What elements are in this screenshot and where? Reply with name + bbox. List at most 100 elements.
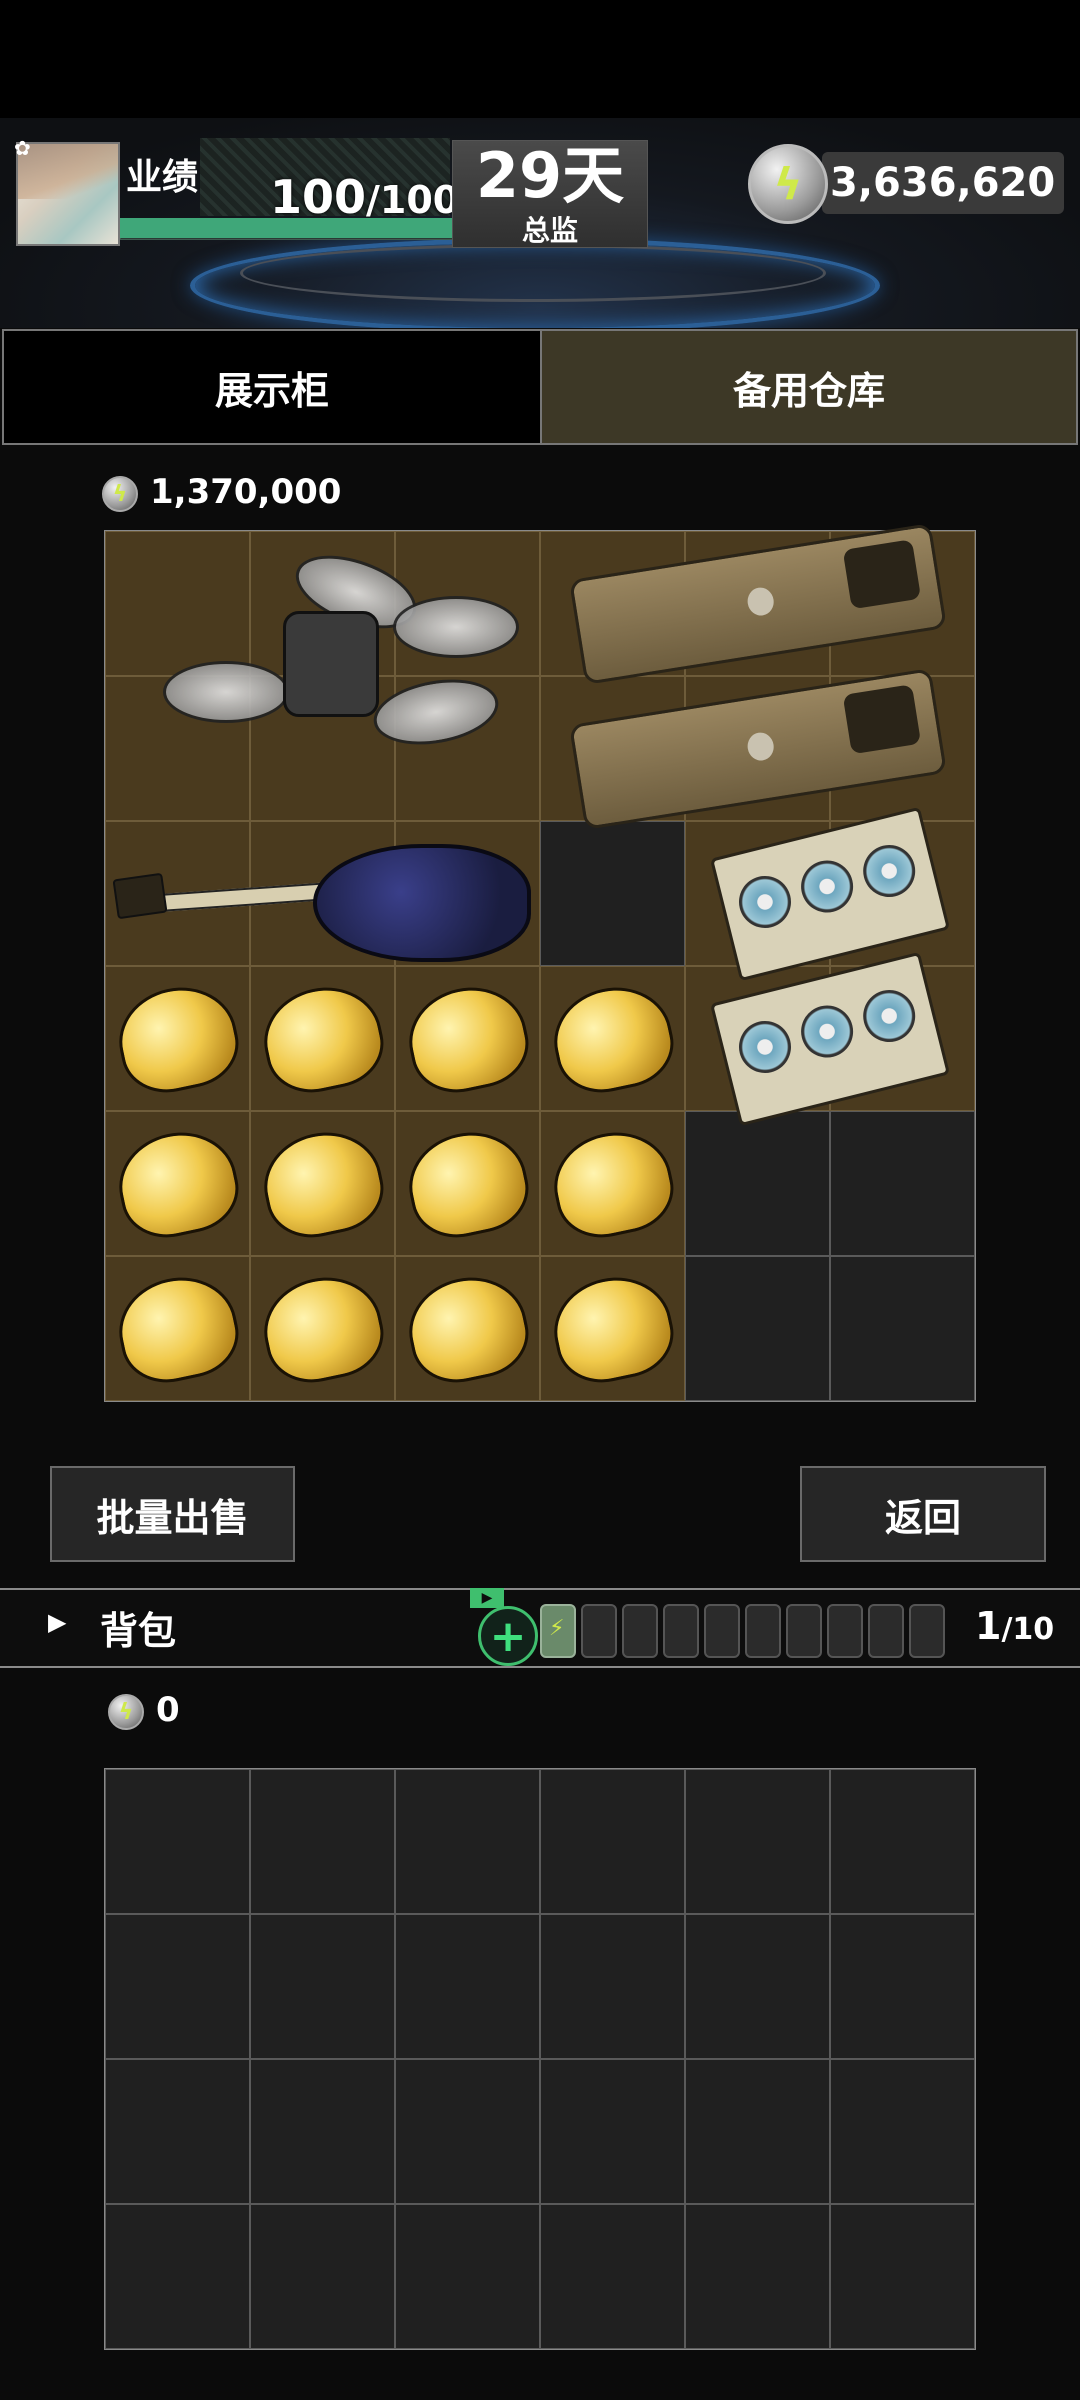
backpack-empty-slot[interactable] (395, 2059, 540, 2204)
battery-empty-icon (622, 1604, 658, 1658)
storage-slot[interactable] (540, 966, 685, 1111)
storage-grid[interactable] (104, 530, 976, 1402)
backpack-empty-slot[interactable] (250, 1914, 395, 2059)
storage-slot[interactable] (395, 1256, 540, 1401)
storage-slot[interactable] (250, 676, 395, 821)
battery-empty-icon (909, 1604, 945, 1658)
backpack-empty-slot[interactable] (685, 2204, 830, 2349)
backpack-empty-slot[interactable] (250, 1769, 395, 1914)
backpack-empty-slot[interactable] (540, 2204, 685, 2349)
storage-value: 1,370,000 (150, 472, 342, 512)
storage-slot[interactable] (395, 531, 540, 676)
backpack-title: 背包 (100, 1609, 177, 1653)
storage-slot[interactable] (250, 531, 395, 676)
backpack-count-max: /10 (1001, 1612, 1055, 1647)
storage-slot[interactable] (685, 966, 830, 1111)
backpack-count-current: 1 (975, 1604, 1002, 1648)
battery-full-icon (540, 1604, 576, 1658)
video-ad-icon: ▶ (470, 1588, 504, 1608)
performance-value: 100/100 (270, 170, 459, 224)
storage-slot[interactable] (540, 531, 685, 676)
storage-slot[interactable] (540, 1111, 685, 1256)
lightning-coin-icon: ϟ (748, 144, 828, 224)
platform-inner-ring-decoration (240, 244, 826, 302)
status-bar (0, 0, 1080, 118)
storage-slot[interactable] (250, 1111, 395, 1256)
battery-empty-icon (868, 1604, 904, 1658)
storage-slot[interactable] (250, 1256, 395, 1401)
storage-empty-slot[interactable] (830, 1256, 975, 1401)
storage-slot[interactable] (105, 676, 250, 821)
days-panel: 29天 总监 (452, 140, 648, 248)
lightning-coin-icon: ϟ (108, 1694, 144, 1730)
backpack-empty-slot[interactable] (830, 2059, 975, 2204)
plus-circle-icon[interactable]: + (478, 1606, 538, 1666)
backpack-empty-slot[interactable] (830, 2204, 975, 2349)
storage-slot[interactable] (395, 1111, 540, 1256)
tab-display-cabinet[interactable]: 展示柜 (2, 329, 542, 445)
storage-slot[interactable] (105, 966, 250, 1111)
storage-slot[interactable] (105, 1256, 250, 1401)
backpack-empty-slot[interactable] (685, 1914, 830, 2059)
performance-max: /100 (366, 178, 460, 222)
backpack-empty-slot[interactable] (395, 2204, 540, 2349)
gear-icon[interactable]: ✿ (14, 136, 31, 160)
battery-empty-icon (827, 1604, 863, 1658)
backpack-empty-slot[interactable] (830, 1769, 975, 1914)
battery-empty-icon (704, 1604, 740, 1658)
backpack-empty-slot[interactable] (105, 2204, 250, 2349)
storage-slot[interactable] (105, 1111, 250, 1256)
backpack-empty-slot[interactable] (395, 1914, 540, 2059)
storage-slot[interactable] (250, 821, 395, 966)
days-value: 29天 (475, 139, 625, 212)
backpack-empty-slot[interactable] (540, 1769, 685, 1914)
backpack-empty-slot[interactable] (685, 2059, 830, 2204)
storage-empty-slot[interactable] (685, 1256, 830, 1401)
storage-slot[interactable] (250, 966, 395, 1111)
storage-slot[interactable] (540, 1256, 685, 1401)
back-button[interactable]: 返回 (800, 1466, 1046, 1562)
backpack-empty-slot[interactable] (830, 1914, 975, 2059)
performance-bar-fill (120, 218, 456, 238)
lightning-coin-icon: ϟ (102, 476, 138, 512)
storage-empty-slot[interactable] (830, 1111, 975, 1256)
backpack-count: 1/10 (975, 1604, 1054, 1648)
backpack-empty-slot[interactable] (105, 2059, 250, 2204)
backpack-bar[interactable]: ▶ 背包 ▶ + 1/10 (0, 1588, 1080, 1668)
storage-slot[interactable] (830, 821, 975, 966)
backpack-empty-slot[interactable] (395, 1769, 540, 1914)
backpack-empty-slot[interactable] (105, 1769, 250, 1914)
coin-total-value: 3,636,620 (830, 160, 1056, 206)
avatar-hair-art (18, 144, 118, 199)
tab-spare-storage[interactable]: 备用仓库 (540, 329, 1078, 445)
storage-slot[interactable] (830, 966, 975, 1111)
storage-slot[interactable] (540, 676, 685, 821)
storage-slot[interactable] (105, 821, 250, 966)
battery-empty-icon (663, 1604, 699, 1658)
storage-slot[interactable] (685, 531, 830, 676)
backpack-empty-slot[interactable] (250, 2204, 395, 2349)
capacity-battery-row (540, 1590, 960, 1670)
storage-slot[interactable] (685, 676, 830, 821)
backpack-value: 0 (156, 1690, 180, 1730)
backpack-grid[interactable] (104, 1768, 976, 2350)
backpack-empty-slot[interactable] (250, 2059, 395, 2204)
avatar[interactable] (16, 142, 120, 246)
storage-slot[interactable] (685, 821, 830, 966)
storage-empty-slot[interactable] (540, 821, 685, 966)
battery-empty-icon (581, 1604, 617, 1658)
backpack-empty-slot[interactable] (540, 1914, 685, 2059)
triangle-right-icon[interactable]: ▶ (48, 1608, 66, 1636)
storage-slot[interactable] (830, 531, 975, 676)
storage-slot[interactable] (395, 821, 540, 966)
storage-slot[interactable] (830, 676, 975, 821)
rank-label: 总监 (521, 214, 578, 247)
storage-slot[interactable] (395, 966, 540, 1111)
backpack-empty-slot[interactable] (540, 2059, 685, 2204)
backpack-empty-slot[interactable] (105, 1914, 250, 2059)
backpack-empty-slot[interactable] (685, 1769, 830, 1914)
storage-empty-slot[interactable] (685, 1111, 830, 1256)
storage-slot[interactable] (395, 676, 540, 821)
storage-slot[interactable] (105, 531, 250, 676)
batch-sell-button[interactable]: 批量出售 (50, 1466, 295, 1562)
